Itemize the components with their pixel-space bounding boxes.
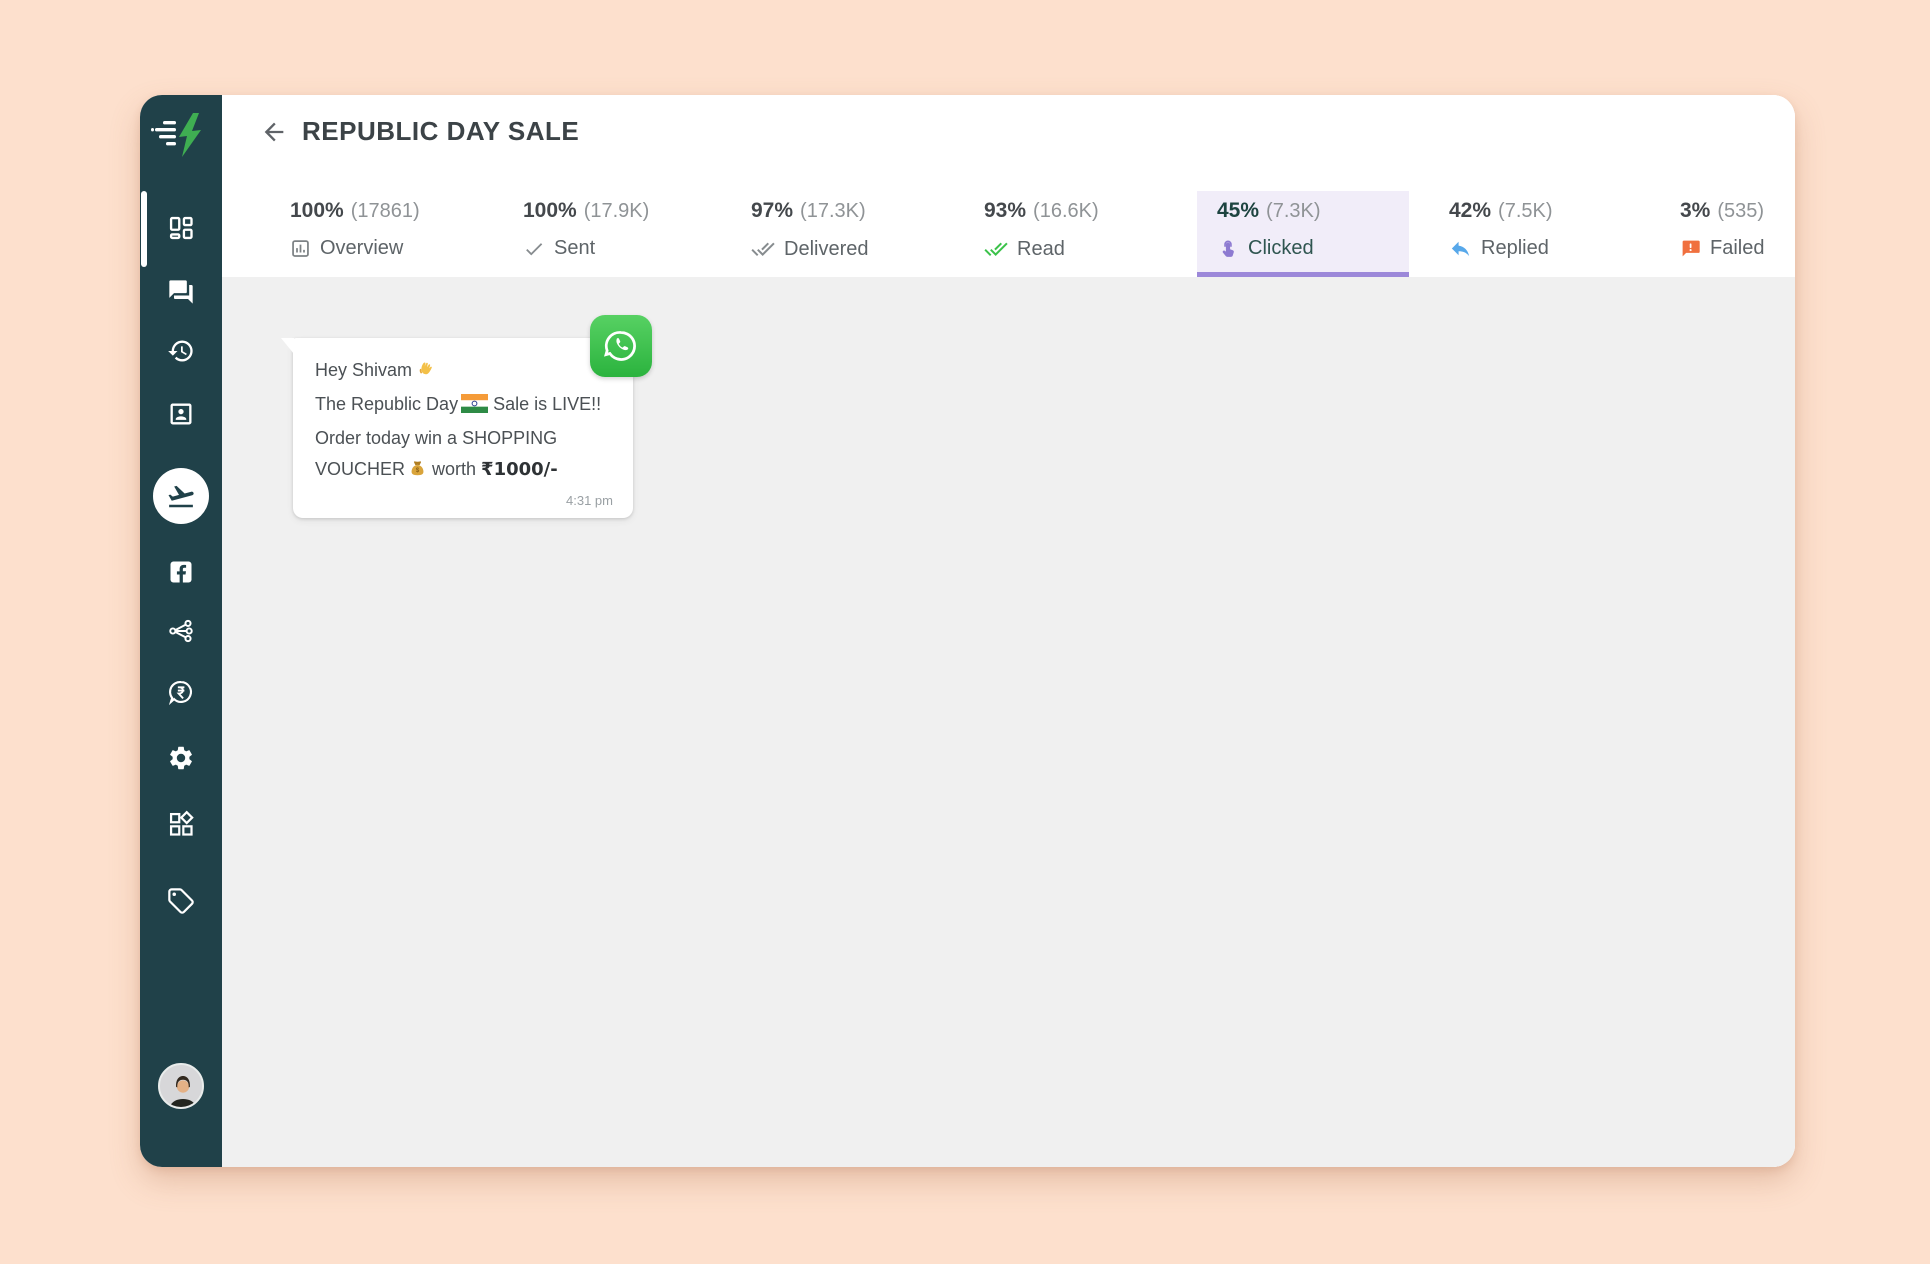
sidebar-item-integrations[interactable] (159, 609, 203, 653)
tab-label-text: Delivered (784, 238, 868, 261)
delivered-double-check-icon (751, 237, 775, 261)
money-bag-emoji: $ (408, 457, 427, 488)
tab-label-text: Read (1017, 238, 1065, 261)
clicked-count: (7.3K) (1266, 198, 1320, 224)
dashboard-icon (167, 214, 195, 242)
flight-takeoff-icon (166, 481, 196, 511)
clicked-percent: 45% (1217, 198, 1259, 224)
tab-clicked[interactable]: 45% (7.3K) Clicked (1197, 191, 1409, 277)
screenshot-stage: REPUBLIC DAY SALE 100% (17861) Overview 1… (0, 0, 1930, 1264)
hub-network-icon (167, 617, 195, 645)
replied-percent: 42% (1449, 198, 1491, 224)
whatsapp-logo-icon (590, 315, 652, 377)
read-percent: 93% (984, 198, 1026, 224)
tab-replied[interactable]: 42% (7.5K) Replied (1429, 191, 1641, 277)
tab-sent[interactable]: 100% (17.9K) Sent (503, 191, 715, 277)
read-count: (16.6K) (1033, 198, 1099, 224)
sent-check-icon (523, 238, 545, 260)
gear-icon (167, 744, 195, 772)
sidebar-item-contacts[interactable] (159, 392, 203, 436)
user-avatar[interactable] (158, 1063, 204, 1109)
failed-percent: 3% (1680, 198, 1710, 224)
sidebar-item-facebook[interactable] (159, 550, 203, 594)
failed-count: (535) (1717, 198, 1764, 224)
sent-count: (17.9K) (584, 198, 650, 224)
message-line-1: Hey Shivam (315, 355, 613, 389)
back-button[interactable] (252, 110, 296, 154)
read-double-check-icon (984, 237, 1008, 261)
failed-alert-icon (1680, 238, 1701, 259)
tab-label-text: Overview (320, 237, 403, 260)
waving-hand-emoji (415, 358, 435, 389)
widgets-icon (167, 810, 195, 838)
message-line-2: The Republic DaySale is LIVE!! (315, 389, 613, 423)
main-panel: REPUBLIC DAY SALE 100% (17861) Overview 1… (222, 95, 1795, 1167)
india-flag-emoji (461, 392, 488, 423)
aisensy-flash-logo-icon (149, 111, 213, 159)
replied-arrow-icon (1449, 237, 1472, 260)
user-photo (160, 1065, 204, 1109)
contact-card-icon (167, 400, 195, 428)
stats-tab-bar: 100% (17861) Overview 100% (17.9K) Sent 97… (222, 191, 1795, 277)
header: REPUBLIC DAY SALE (222, 95, 1795, 191)
campaign-content-area: Hey Shivam The Republic DaySale is LIVE!… (222, 277, 1795, 1167)
rupee-chat-icon (167, 678, 195, 706)
delivered-count: (17.3K) (800, 198, 866, 224)
page-title: REPUBLIC DAY SALE (302, 116, 579, 147)
sidebar-item-dashboard[interactable] (159, 206, 203, 250)
sidebar-item-payments[interactable] (159, 670, 203, 714)
app-window: REPUBLIC DAY SALE 100% (17861) Overview 1… (140, 95, 1795, 1167)
sent-percent: 100% (523, 198, 577, 224)
sidebar-item-campaigns[interactable] (153, 468, 209, 524)
sidebar (140, 95, 222, 1167)
delivered-percent: 97% (751, 198, 793, 224)
sidebar-item-apps[interactable] (159, 802, 203, 846)
tab-read[interactable]: 93% (16.6K) Read (964, 191, 1176, 277)
clicked-tap-icon (1217, 238, 1239, 260)
tab-label-text: Sent (554, 237, 595, 260)
message-line-3: Order today win a SHOPPING (315, 423, 613, 454)
sidebar-item-conversations[interactable] (159, 270, 203, 314)
tab-label-text: Clicked (1248, 237, 1314, 260)
tab-label-text: Replied (1481, 237, 1549, 260)
sidebar-item-tags[interactable] (159, 879, 203, 923)
tab-failed[interactable]: 3% (535) Failed (1660, 191, 1795, 277)
whatsapp-message-preview: Hey Shivam The Republic DaySale is LIVE!… (293, 338, 633, 518)
tab-delivered[interactable]: 97% (17.3K) Delivered (731, 191, 943, 277)
tab-overview[interactable]: 100% (17861) Overview (270, 191, 482, 277)
tab-label-text: Failed (1710, 237, 1764, 260)
sidebar-item-settings[interactable] (159, 736, 203, 780)
overview-chart-icon (290, 238, 311, 259)
back-arrow-icon (260, 118, 288, 146)
sidebar-item-history[interactable] (159, 329, 203, 373)
overview-percent: 100% (290, 198, 344, 224)
message-line-4: VOUCHER$worth ₹1000/- (315, 454, 613, 488)
chat-bubbles-icon (167, 278, 195, 306)
history-clock-icon (167, 337, 195, 365)
replied-count: (7.5K) (1498, 198, 1552, 224)
message-timestamp: 4:31 pm (315, 493, 613, 508)
sidebar-scroll-indicator (141, 191, 147, 267)
tag-icon (167, 887, 195, 915)
voucher-amount: ₹1000/- (481, 459, 558, 480)
facebook-icon (167, 558, 195, 586)
overview-count: (17861) (351, 198, 420, 224)
